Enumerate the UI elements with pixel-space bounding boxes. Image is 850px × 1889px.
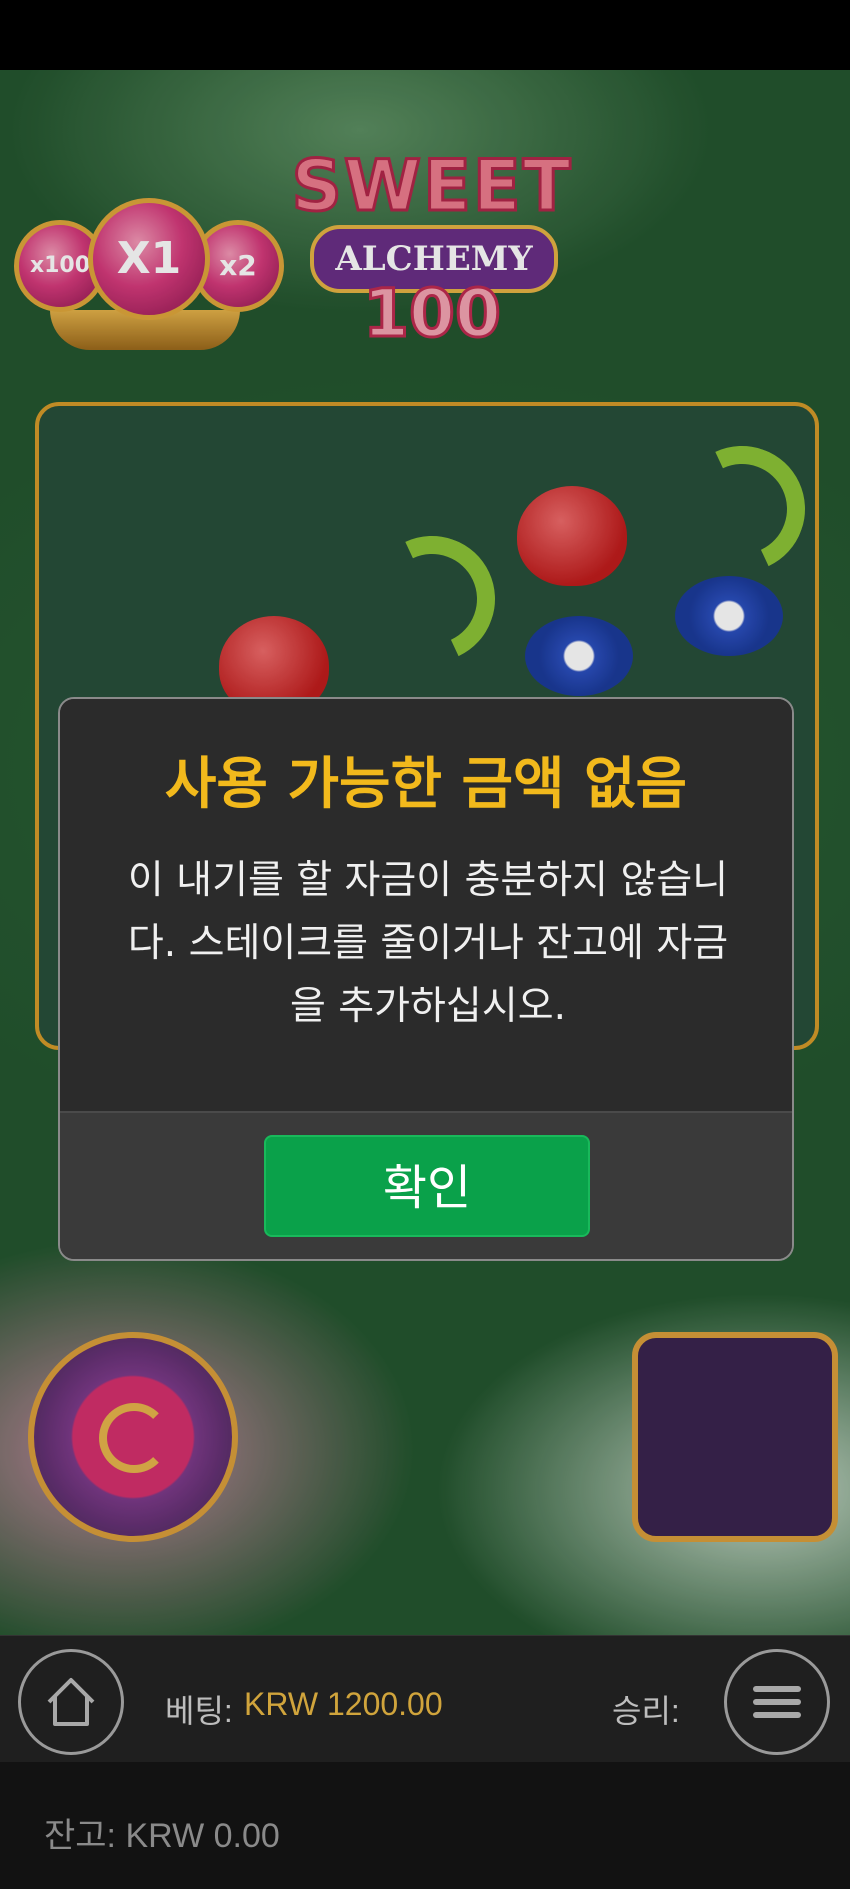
dialog-footer: 확인 [60, 1111, 792, 1259]
bet-value: KRW 1200.00 [244, 1686, 443, 1722]
status-bar [0, 0, 850, 70]
win-label: 승리: [612, 1693, 680, 1729]
menu-button[interactable] [724, 1649, 830, 1755]
dialog-body: 사용 가능한 금액 없음 이 내기를 할 자금이 충분하지 않습니다. 스테이크… [60, 699, 792, 1111]
home-button[interactable] [18, 1649, 124, 1755]
bet-label: 베팅: [165, 1693, 233, 1729]
dialog-message: 이 내기를 할 자금이 충분하지 않습니다. 스테이크를 줄이거나 잔고에 자금… [127, 858, 729, 1029]
hamburger-icon [753, 1686, 801, 1718]
ok-button[interactable]: 확인 [264, 1135, 590, 1237]
bottom-hud: 베팅: KRW 1200.00 승리: [0, 1635, 850, 1763]
insufficient-funds-dialog: 사용 가능한 금액 없음 이 내기를 할 자금이 충분하지 않습니다. 스테이크… [58, 697, 794, 1261]
dialog-title: 사용 가능한 금액 없음 [164, 752, 688, 817]
balance-text: 잔고: KRW 0.00 [44, 1817, 280, 1855]
home-icon [47, 1678, 95, 1726]
balance-bar: 잔고: KRW 0.00 [0, 1762, 850, 1889]
